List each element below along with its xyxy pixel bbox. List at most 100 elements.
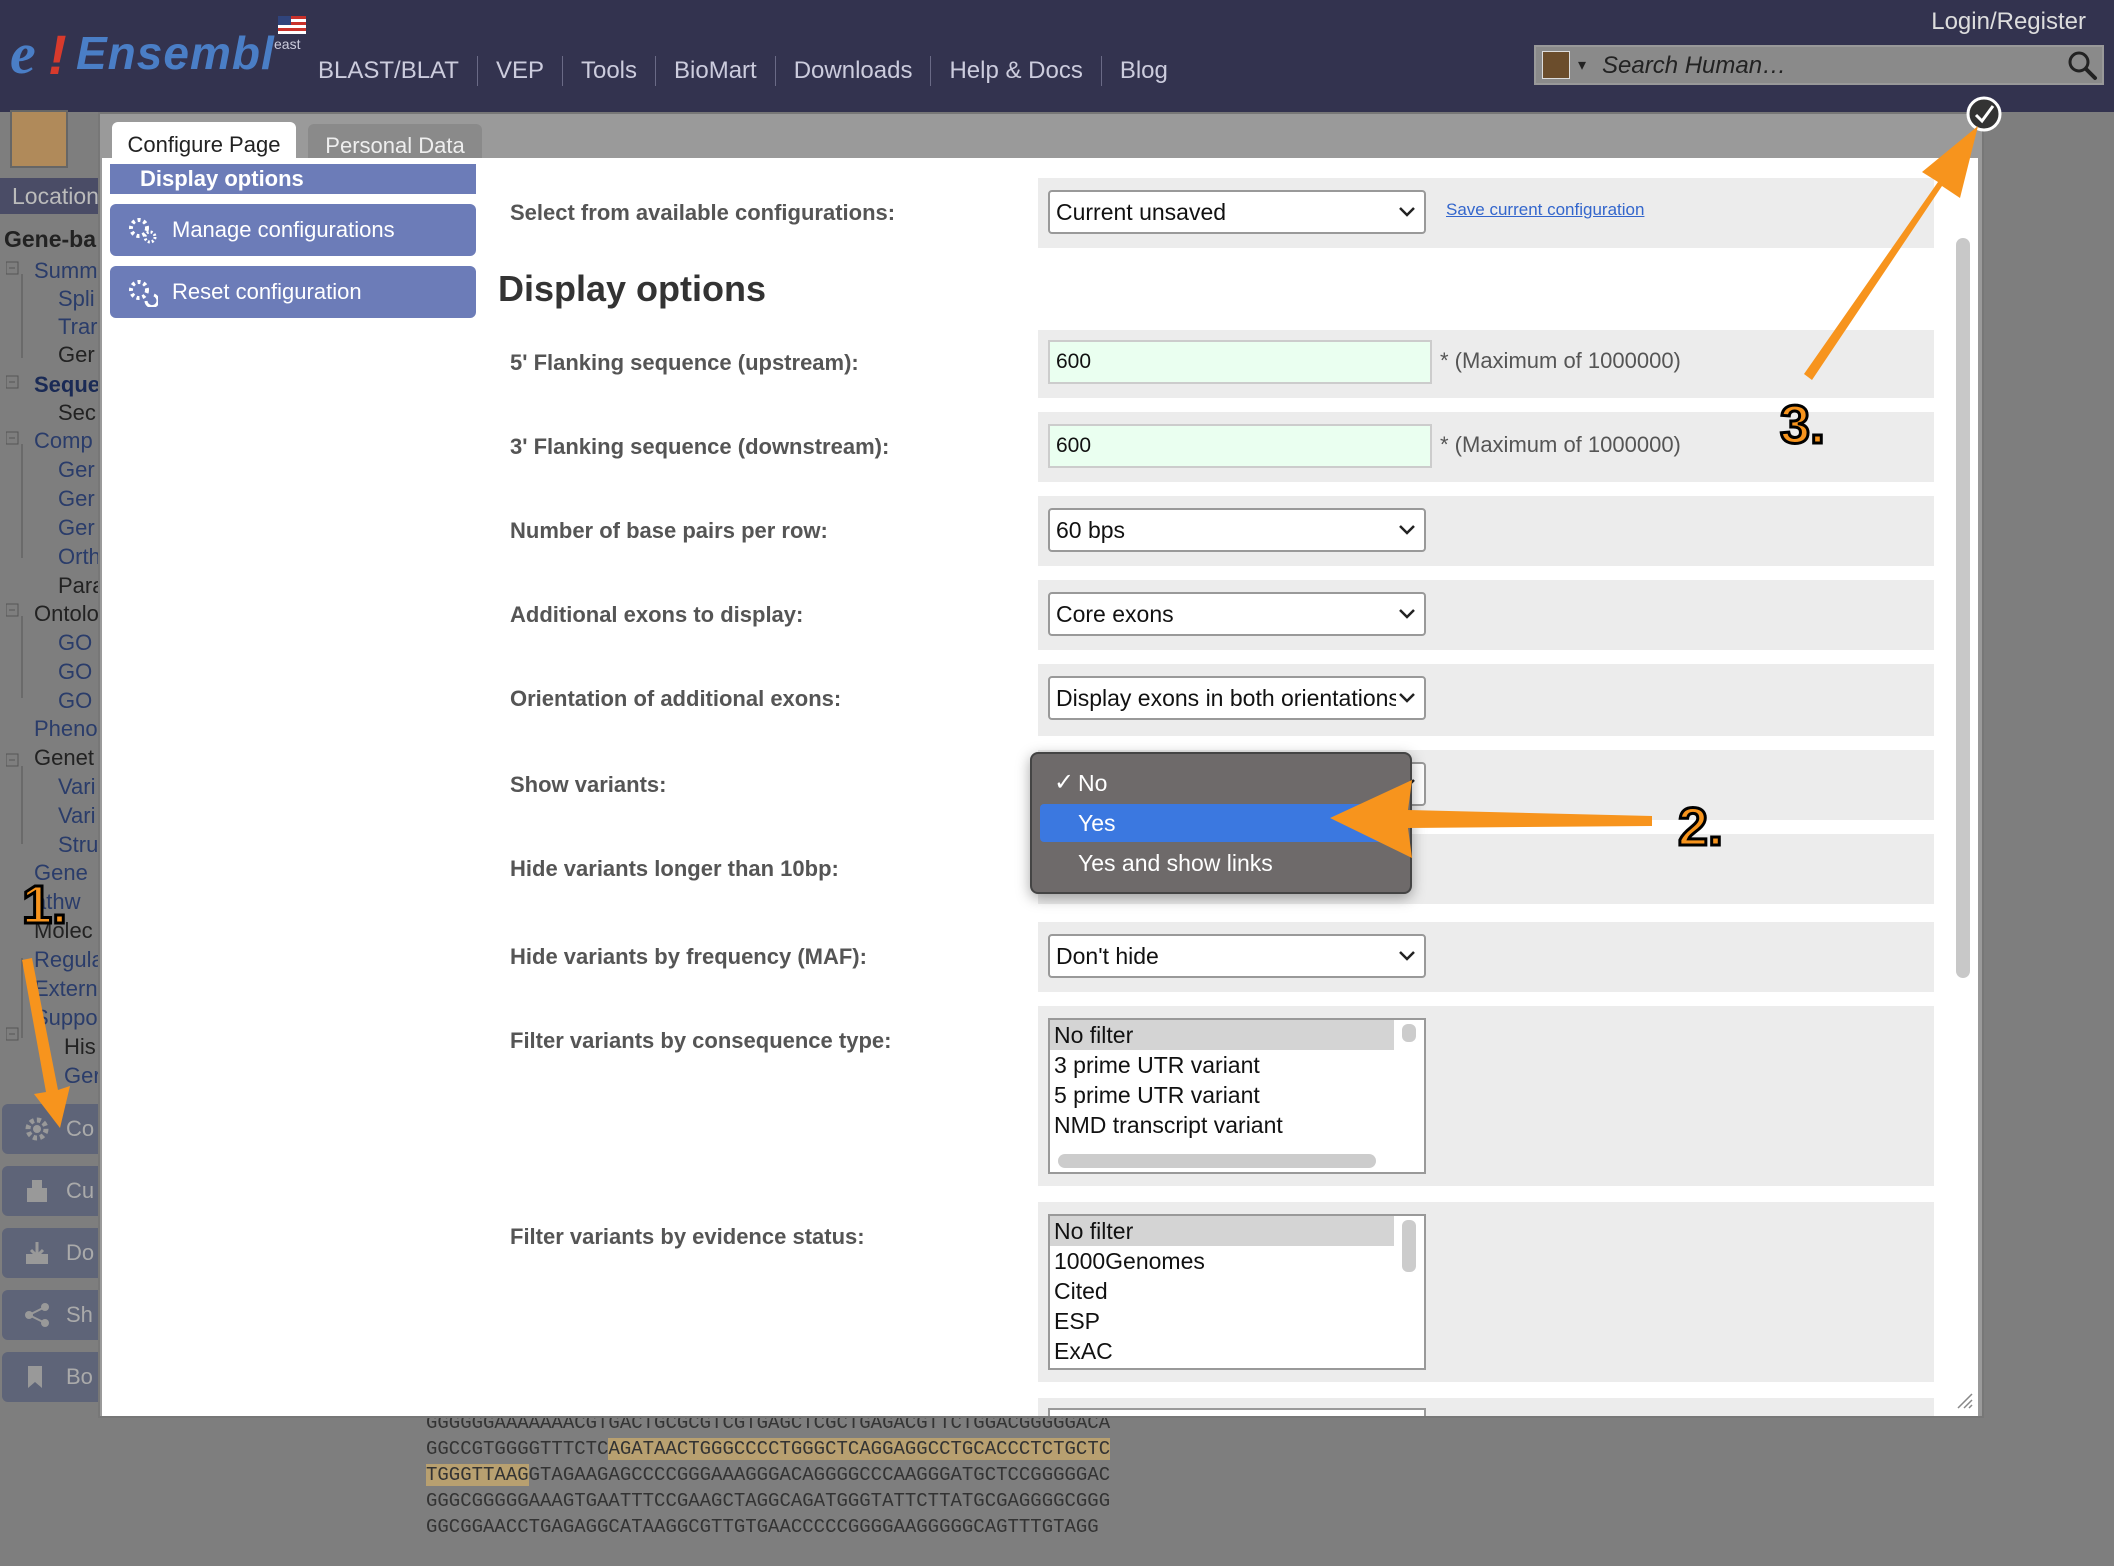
- list-option[interactable]: ESP: [1050, 1306, 1394, 1336]
- flank5-input[interactable]: 600: [1048, 340, 1432, 384]
- exons-select[interactable]: Core exons: [1048, 592, 1426, 636]
- nav-downloads[interactable]: Downloads: [776, 56, 932, 86]
- hide-maf-label: Hide variants by frequency (MAF):: [510, 944, 867, 969]
- sidebar-item[interactable]: Extern: [34, 976, 98, 1002]
- sidebar-item[interactable]: Vari: [58, 803, 96, 829]
- list-option[interactable]: 1000Genomes: [1050, 1246, 1394, 1276]
- nav-vep[interactable]: VEP: [478, 56, 563, 86]
- sidebar-item[interactable]: Trar: [58, 314, 98, 340]
- sidebar-item[interactable]: Sec: [58, 400, 96, 426]
- step-number-2: 2.: [1676, 796, 1724, 859]
- species-icon[interactable]: [1542, 51, 1570, 79]
- sidebar-item[interactable]: Genet: [34, 745, 94, 771]
- hide-long-variants-label: Hide variants longer than 10bp:: [510, 856, 839, 881]
- list-option[interactable]: NMD transcript variant: [1050, 1110, 1394, 1140]
- bp-per-row-select[interactable]: 60 bps: [1048, 508, 1426, 552]
- sidebar-item[interactable]: Vari: [58, 774, 96, 800]
- nav-biomart[interactable]: BioMart: [656, 56, 776, 86]
- sidebar-item[interactable]: Ontolo: [34, 601, 99, 627]
- option-no[interactable]: ✓ No: [1040, 764, 1404, 802]
- hide-maf-select[interactable]: Don't hide: [1048, 934, 1426, 978]
- sidebar-item[interactable]: His: [64, 1034, 96, 1060]
- save-configuration-link[interactable]: Save current configuration: [1446, 200, 1644, 220]
- login-register-link[interactable]: Login/Register: [1931, 8, 2086, 36]
- configure-page-button[interactable]: Co: [2, 1104, 102, 1154]
- modal-scrollbar[interactable]: [1956, 238, 1970, 978]
- sidebar-item[interactable]: Seque: [34, 372, 100, 398]
- seq-line-part: GTAGAAGAGCCCCGGGAAAGGGACAGGGGCCCAAGGGATG…: [528, 1464, 1111, 1486]
- list-option[interactable]: No filter: [1050, 1020, 1394, 1050]
- sidebar-item[interactable]: Ger: [58, 515, 95, 541]
- tab-location[interactable]: Location: [0, 178, 105, 214]
- evidence-label: Filter variants by evidence status:: [510, 1224, 865, 1249]
- sidebar-title: Gene-ba: [4, 226, 97, 252]
- search-icon[interactable]: [2066, 49, 2098, 81]
- reset-gears-icon: [129, 280, 158, 307]
- bp-per-row-label: Number of base pairs per row:: [510, 518, 828, 543]
- custom-tracks-button[interactable]: Cu: [2, 1166, 102, 1216]
- option-yes[interactable]: Yes: [1040, 804, 1404, 842]
- flank5-note: * (Maximum of 1000000): [1440, 348, 1681, 373]
- sidebar-item[interactable]: GO: [58, 630, 92, 656]
- sidebar-item[interactable]: Ger: [58, 486, 95, 512]
- share-button[interactable]: Sh: [2, 1290, 102, 1340]
- share-icon: [25, 1303, 49, 1327]
- sidebar-item[interactable]: Stru: [58, 832, 98, 858]
- step-number-1: 1.: [20, 874, 68, 937]
- chevron-down-icon[interactable]: ▾: [1578, 55, 1586, 75]
- sidebar-item[interactable]: Ger: [58, 342, 95, 368]
- horizontal-scrollbar[interactable]: [1058, 1154, 1376, 1168]
- search-box[interactable]: ▾ Search Human…: [1534, 45, 2104, 85]
- section-title: Display options: [498, 268, 767, 309]
- nav-blog[interactable]: Blog: [1102, 56, 1186, 86]
- variants-dropdown-popup: ✓ No Yes Yes and show links: [1030, 752, 1412, 894]
- download-button[interactable]: Do: [2, 1228, 102, 1278]
- evidence-listbox[interactable]: No filter 1000Genomes Cited ESP ExAC: [1048, 1214, 1426, 1370]
- sidebar-item[interactable]: Comp: [34, 428, 93, 454]
- show-variants-label: Show variants:: [510, 772, 667, 797]
- resize-grip-icon[interactable]: [1954, 1390, 1974, 1410]
- vertical-scrollbar[interactable]: [1402, 1220, 1416, 1272]
- option-yes-show-links[interactable]: Yes and show links: [1040, 844, 1404, 882]
- left-nav-display-options[interactable]: Display options: [110, 164, 476, 194]
- checkmark-icon: ✓: [1054, 769, 1075, 796]
- sidebar-item[interactable]: GO: [58, 659, 92, 685]
- manage-configurations-button[interactable]: Manage configurations: [110, 204, 476, 256]
- bookmark-button[interactable]: Bo: [2, 1352, 102, 1402]
- list-option[interactable]: ExAC: [1050, 1336, 1394, 1366]
- step-number-3: 3.: [1778, 394, 1826, 457]
- consequence-listbox[interactable]: No filter 3 prime UTR variant 5 prime UT…: [1048, 1018, 1426, 1174]
- custom-tracks-icon: [27, 1180, 47, 1202]
- reset-configuration-button[interactable]: Reset configuration: [110, 266, 476, 318]
- chevron-down-icon: [1396, 600, 1418, 626]
- chevron-down-icon: [1396, 198, 1418, 224]
- orientation-select[interactable]: Display exons in both orientations: [1048, 676, 1426, 720]
- vertical-scrollbar[interactable]: [1402, 1024, 1416, 1042]
- sidebar-item[interactable]: Ger: [64, 1063, 101, 1089]
- list-option[interactable]: No filter: [1050, 1216, 1394, 1246]
- sidebar-item[interactable]: Spli: [58, 286, 95, 312]
- sidebar-item[interactable]: Pheno: [34, 716, 98, 742]
- nav-help-docs[interactable]: Help & Docs: [931, 56, 1102, 86]
- search-input[interactable]: Search Human…: [1602, 52, 1786, 80]
- next-listbox[interactable]: [1048, 1408, 1426, 1416]
- flank3-note: * (Maximum of 1000000): [1440, 432, 1681, 457]
- ensembl-logo[interactable]: e! Ensembl: [10, 20, 274, 86]
- us-flag-icon: [278, 16, 306, 34]
- sidebar-item[interactable]: GO: [58, 688, 92, 714]
- sidebar-item[interactable]: Regula: [34, 947, 104, 973]
- sidebar-item[interactable]: Summ: [34, 258, 98, 284]
- sequence-text: GGGGGGAAAAAAACGTGACTGCGCGTCGTGAGCTCGCTGA…: [426, 1412, 1111, 1538]
- close-check-icon[interactable]: [1964, 94, 2004, 134]
- list-option[interactable]: 3 prime UTR variant: [1050, 1050, 1394, 1080]
- species-avatar: [10, 110, 68, 168]
- list-option[interactable]: 5 prime UTR variant: [1050, 1080, 1394, 1110]
- sidebar-item[interactable]: Suppo: [34, 1005, 98, 1031]
- nav-blast[interactable]: BLAST/BLAT: [300, 56, 478, 86]
- nav-tools[interactable]: Tools: [563, 56, 657, 86]
- sidebar-item[interactable]: Ger: [58, 457, 95, 483]
- flank3-input[interactable]: 600: [1048, 424, 1432, 468]
- sidebar-item[interactable]: Orth: [58, 544, 101, 570]
- config-select[interactable]: Current unsaved: [1048, 190, 1426, 234]
- list-option[interactable]: Cited: [1050, 1276, 1394, 1306]
